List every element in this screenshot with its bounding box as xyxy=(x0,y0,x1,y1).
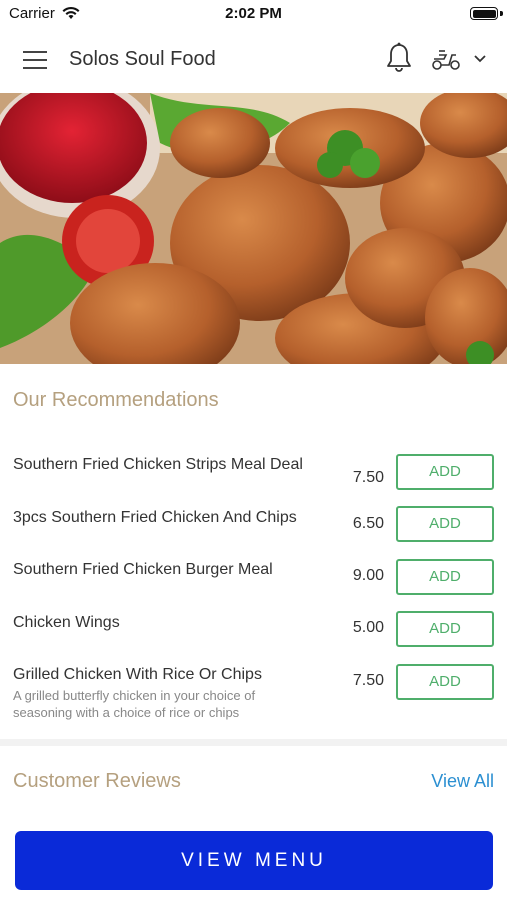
item-name: 3pcs Southern Fried Chicken And Chips xyxy=(13,509,297,526)
battery-icon xyxy=(470,7,498,20)
fried-chicken-illustration xyxy=(0,93,507,364)
hamburger-menu-icon[interactable] xyxy=(23,51,47,69)
reviews-heading: Customer Reviews xyxy=(13,770,181,792)
hero-food-image xyxy=(0,93,507,364)
app-header: Solos Soul Food xyxy=(0,28,507,92)
view-all-link[interactable]: View All xyxy=(431,771,494,792)
item-name: Grilled Chicken With Rice Or Chips xyxy=(13,666,262,683)
restaurant-title: Solos Soul Food xyxy=(69,48,216,70)
add-button[interactable]: ADD xyxy=(396,506,494,542)
status-time: 2:02 PM xyxy=(225,5,282,22)
scooter-icon[interactable] xyxy=(431,47,461,71)
add-button[interactable]: ADD xyxy=(396,559,494,595)
section-divider xyxy=(0,739,507,746)
recommendations-heading: Our Recommendations xyxy=(13,389,219,411)
item-price: 6.50 xyxy=(352,515,384,532)
chevron-down-icon[interactable] xyxy=(473,54,487,64)
battery-tip xyxy=(500,11,503,16)
item-name: Southern Fried Chicken Strips Meal Deal xyxy=(13,456,303,473)
bell-icon[interactable] xyxy=(386,42,412,74)
add-button[interactable]: ADD xyxy=(396,611,494,647)
item-price: 7.50 xyxy=(352,672,384,689)
item-name: Chicken Wings xyxy=(13,614,120,631)
item-price: 5.00 xyxy=(352,619,384,636)
item-name: Southern Fried Chicken Burger Meal xyxy=(13,561,273,578)
item-price: 9.00 xyxy=(352,567,384,584)
view-menu-button[interactable]: VIEW MENU xyxy=(15,831,493,890)
item-description: A grilled butterfly chicken in your choi… xyxy=(13,688,256,720)
add-button[interactable]: ADD xyxy=(396,454,494,490)
item-price: 7.50 xyxy=(352,469,384,486)
add-button[interactable]: ADD xyxy=(396,664,494,700)
status-bar: Carrier 2:02 PM xyxy=(0,0,507,28)
